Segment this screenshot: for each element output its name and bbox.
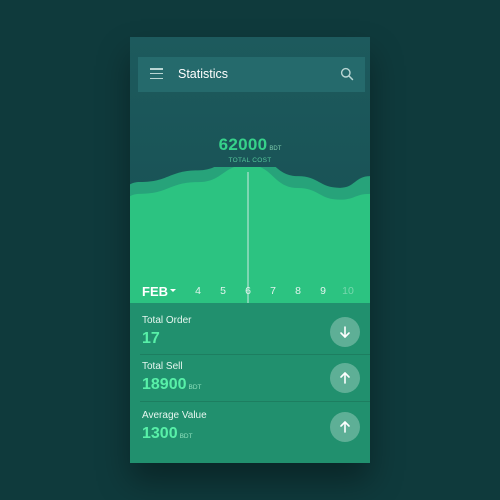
day-10[interactable]: 10: [341, 285, 355, 297]
total-cost-unit: BDT: [269, 146, 282, 152]
arrow-down-icon: [340, 326, 350, 338]
day-6[interactable]: 6: [241, 285, 255, 297]
day-9[interactable]: 9: [316, 285, 330, 297]
stat-row-total-sell: Total Sell 18900 BDT: [130, 349, 370, 397]
page-title: Statistics: [178, 67, 229, 81]
stat-value: 1300 BDT: [142, 425, 193, 442]
stat-row-total-order: Total Order 17: [130, 303, 370, 351]
arrow-up-icon: [340, 372, 350, 384]
arrow-down-button[interactable]: [330, 317, 360, 347]
stat-label: Total Sell: [142, 361, 183, 372]
arrow-up-button[interactable]: [330, 412, 360, 442]
stat-label: Total Order: [142, 315, 192, 326]
day-4[interactable]: 4: [191, 285, 205, 297]
stat-value: 17: [142, 330, 160, 347]
hamburger-menu-icon[interactable]: [150, 68, 163, 80]
month-dropdown[interactable]: FEB: [142, 284, 168, 299]
total-cost-value: 62000: [218, 135, 268, 154]
phone-screen: Statistics 62000 BDT TOTAL COST FEB 45678…: [130, 37, 370, 463]
total-cost-label: TOTAL COST: [228, 157, 272, 164]
total-cost-summary: 62000 BDT TOTAL COST: [130, 135, 370, 164]
stats-panel: Total Order 17 Total Sell 18900 BDT Aver…: [130, 303, 370, 463]
stat-label: Average Value: [142, 410, 207, 421]
chevron-down-icon[interactable]: [170, 289, 176, 292]
day-7[interactable]: 7: [266, 285, 280, 297]
app-bar: Statistics: [138, 57, 365, 92]
day-8[interactable]: 8: [291, 285, 305, 297]
search-icon[interactable]: [340, 67, 354, 81]
arrow-up-icon: [340, 421, 350, 433]
arrow-up-button[interactable]: [330, 363, 360, 393]
stat-row-average-value: Average Value 1300 BDT: [130, 398, 370, 446]
date-selector: FEB 4 5 6 7 8 9 10: [130, 281, 370, 301]
day-5[interactable]: 5: [216, 285, 230, 297]
stat-value: 18900 BDT: [142, 376, 202, 393]
